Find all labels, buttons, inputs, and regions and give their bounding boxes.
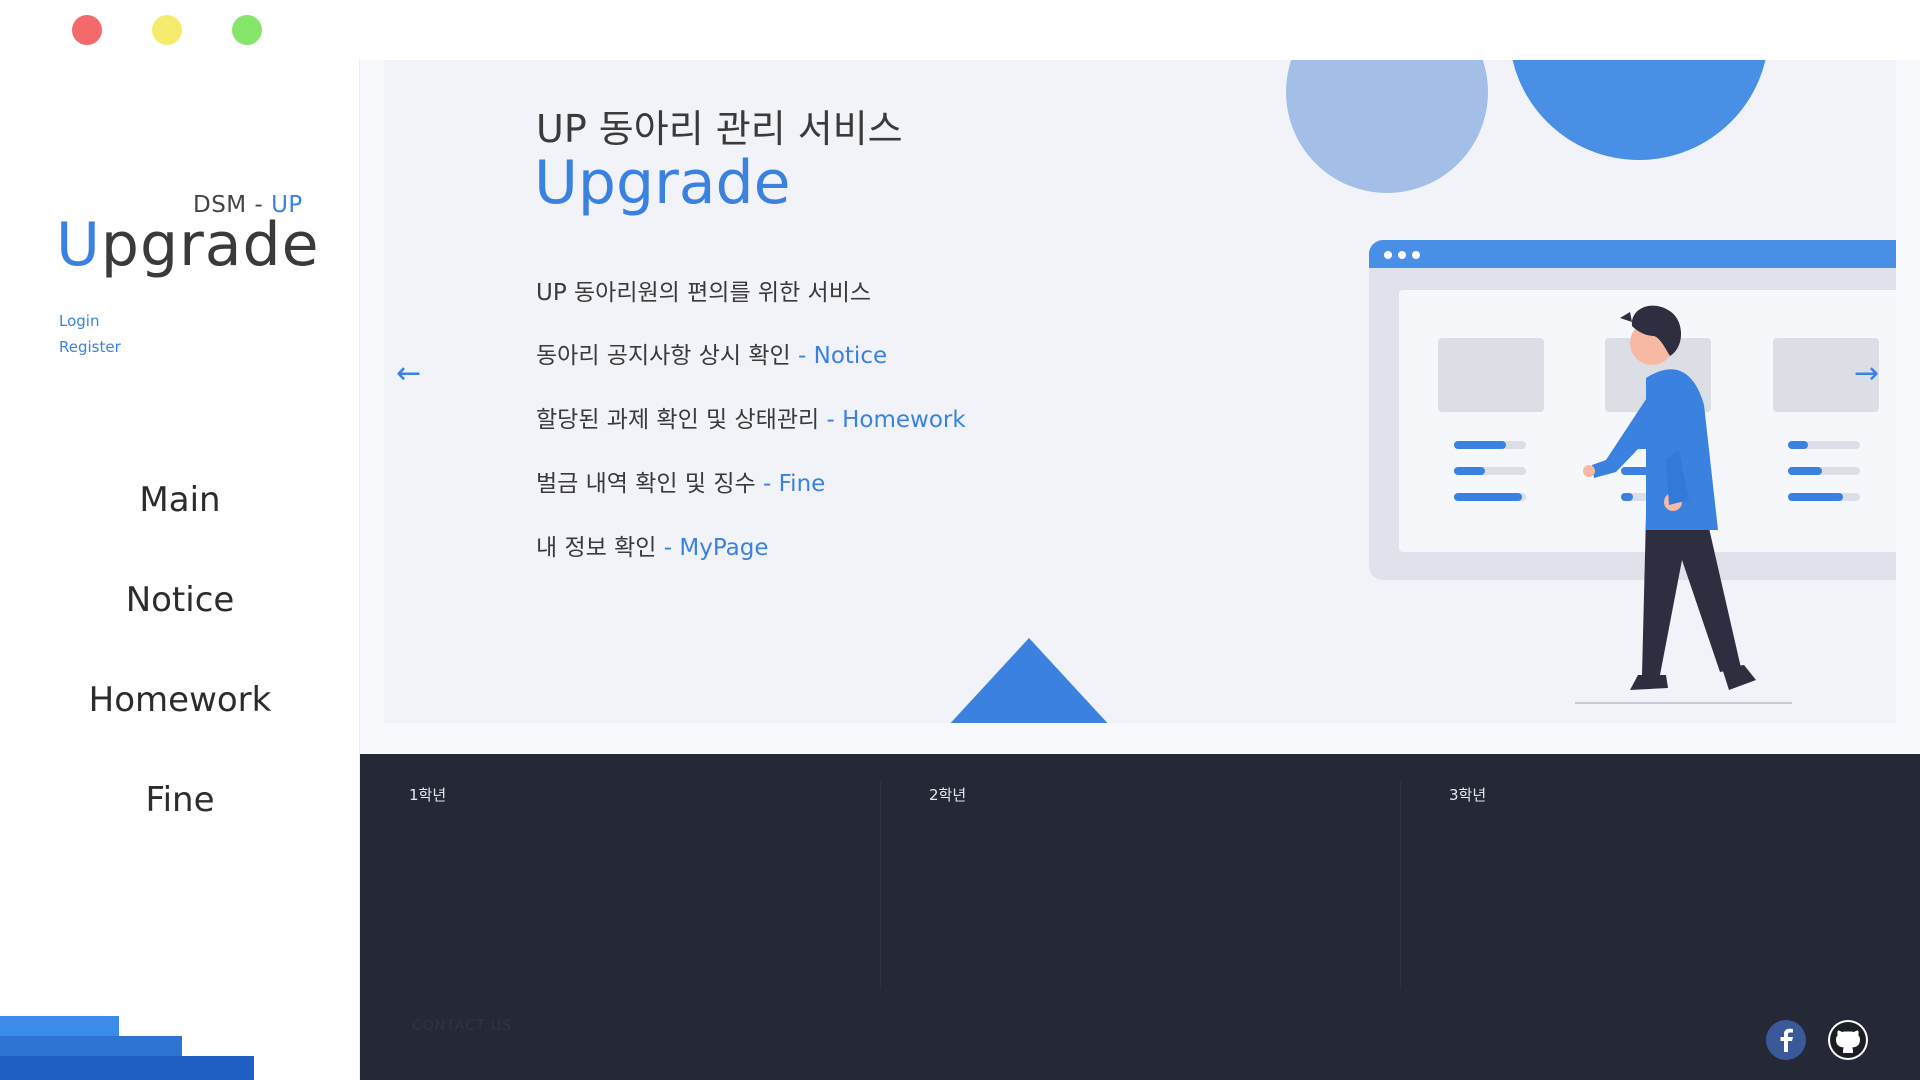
feature-separator: - xyxy=(826,407,843,433)
window-controls xyxy=(72,15,262,45)
footer-grade-1: 1학년 xyxy=(409,786,447,804)
nav-item-fine[interactable]: Fine xyxy=(0,780,359,820)
feature-link-mypage[interactable]: MyPage xyxy=(679,535,768,561)
close-window-button[interactable] xyxy=(72,15,102,45)
feature-link-fine[interactable]: Fine xyxy=(779,471,826,497)
hero-title: UP 동아리 관리 서비스 xyxy=(536,107,903,151)
feature-separator: - xyxy=(763,471,779,497)
footer-grade-2: 2학년 xyxy=(929,786,967,804)
contact-us-label: CONTACT US xyxy=(412,1018,512,1034)
feature-text: 동아리 공지사항 상시 확인 xyxy=(536,343,799,369)
feature-item: UP 동아리원의 편의를 위한 서비스 xyxy=(536,273,871,307)
feature-text: 벌금 내역 확인 및 징수 xyxy=(536,471,763,497)
feature-separator: - xyxy=(663,535,680,561)
decor-circle-blue xyxy=(1512,60,1766,160)
feature-link-homework[interactable]: Homework xyxy=(842,407,966,433)
footer: 1학년 2학년 3학년 CONTACT US xyxy=(360,754,1920,1080)
footer-divider xyxy=(880,780,881,990)
footer-grade-3: 3학년 xyxy=(1449,786,1487,804)
brand-rest: pgrade xyxy=(100,210,320,280)
feature-item: 벌금 내역 확인 및 징수 - Fine xyxy=(536,464,825,498)
feature-item: 할당된 과제 확인 및 상태관리 - Homework xyxy=(536,400,966,434)
hero-panel: UP 동아리 관리 서비스 Upgrade UP 동아리원의 편의를 위한 서비… xyxy=(384,60,1896,723)
footer-divider xyxy=(1400,780,1401,990)
nav-item-main[interactable]: Main xyxy=(0,480,359,520)
register-link[interactable]: Register xyxy=(59,338,121,356)
brand-logo: Upgrade xyxy=(56,210,320,280)
minimize-window-button[interactable] xyxy=(152,15,182,45)
decor-triangle-large xyxy=(950,638,1108,723)
feature-link-notice[interactable]: Notice xyxy=(814,343,887,369)
decor-circle-light xyxy=(1286,60,1488,193)
sidebar: DSM - UP Upgrade Login Register Main Not… xyxy=(0,60,360,1080)
feature-text: 내 정보 확인 xyxy=(536,535,664,561)
hero-section: UP 동아리 관리 서비스 Upgrade UP 동아리원의 편의를 위한 서비… xyxy=(360,60,1920,754)
maximize-window-button[interactable] xyxy=(232,15,262,45)
feature-separator: - xyxy=(798,343,814,369)
feature-item: 내 정보 확인 - MyPage xyxy=(536,528,769,562)
feature-text: 할당된 과제 확인 및 상태관리 xyxy=(536,407,827,433)
facebook-icon[interactable] xyxy=(1766,1020,1806,1060)
feature-text: UP 동아리원의 편의를 위한 서비스 xyxy=(536,280,872,306)
login-link[interactable]: Login xyxy=(59,312,99,330)
carousel-next-arrow-icon[interactable]: → xyxy=(1854,356,1879,391)
hero-heading: Upgrade xyxy=(534,148,791,218)
brand-first-letter: U xyxy=(56,210,101,280)
nav-item-notice[interactable]: Notice xyxy=(0,580,359,620)
illustration-browser-bar xyxy=(1369,240,1896,268)
nav-item-homework[interactable]: Homework xyxy=(0,680,359,720)
github-icon[interactable] xyxy=(1828,1020,1868,1060)
carousel-prev-arrow-icon[interactable]: ← xyxy=(396,356,421,391)
feature-item: 동아리 공지사항 상시 확인 - Notice xyxy=(536,336,887,370)
